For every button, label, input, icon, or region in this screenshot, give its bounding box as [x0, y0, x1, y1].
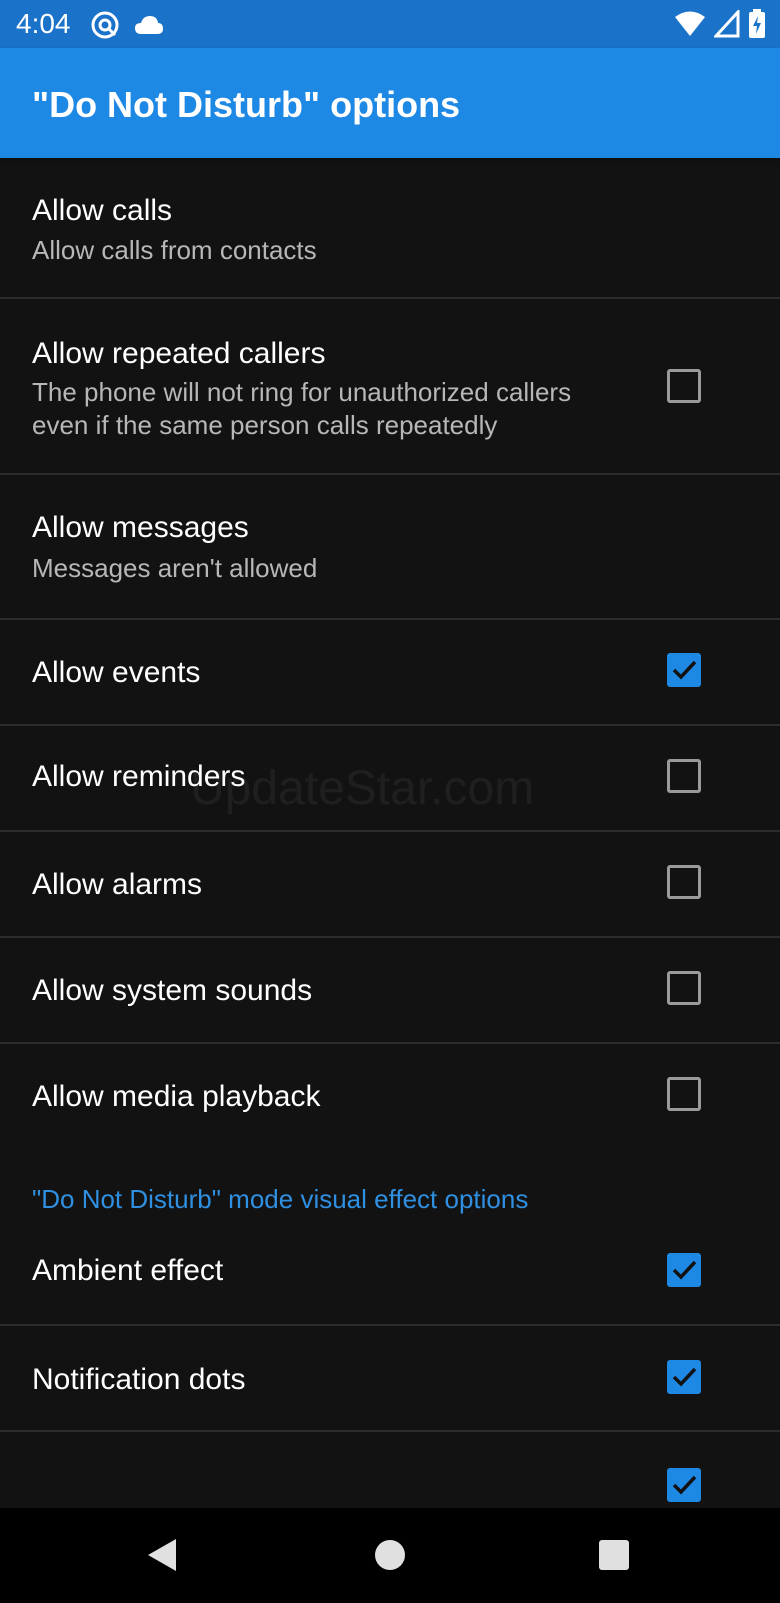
- setting-allow-alarms[interactable]: Allow alarms: [0, 832, 780, 936]
- page-title: "Do Not Disturb" options: [32, 84, 461, 125]
- status-time: 4:04: [16, 8, 71, 39]
- setting-ambient-effect[interactable]: Ambient effect: [0, 1224, 780, 1324]
- setting-title: Allow repeated callers: [32, 337, 326, 370]
- settings-list: Allow calls Allow calls from contacts Al…: [0, 158, 780, 1508]
- checkbox-notification-dots[interactable]: [667, 1360, 701, 1394]
- checkmark-icon: [672, 660, 697, 680]
- setting-subtitle: Allow calls from contacts: [32, 235, 317, 265]
- checkbox-partially-visible[interactable]: [667, 1468, 701, 1502]
- setting-title: Notification dots: [32, 1363, 246, 1396]
- status-bar: 4:04: [0, 0, 780, 48]
- wifi-icon: [674, 10, 706, 43]
- vpn-icon: [90, 10, 120, 45]
- checkmark-icon: [672, 1475, 697, 1495]
- cloud-icon: [134, 14, 164, 41]
- checkbox-reminders[interactable]: [667, 759, 701, 793]
- setting-allow-system-sounds[interactable]: Allow system sounds: [0, 938, 780, 1042]
- checkmark-icon: [672, 1260, 697, 1280]
- section-header-visual-effects: "Do Not Disturb" mode visual effect opti…: [32, 1184, 529, 1214]
- checkbox-events[interactable]: [667, 653, 701, 687]
- nav-bar: [0, 1508, 780, 1603]
- setting-title: Allow system sounds: [32, 974, 313, 1007]
- setting-subtitle: The phone will not ring for unauthorized…: [32, 377, 572, 440]
- setting-title: Allow alarms: [32, 868, 203, 901]
- setting-title: Allow media playback: [32, 1080, 321, 1113]
- checkbox-ambient-effect[interactable]: [667, 1253, 701, 1287]
- setting-title: Allow messages: [32, 511, 249, 544]
- setting-allow-events[interactable]: Allow events: [0, 620, 780, 724]
- svg-text:UpdateStar.com: UpdateStar.com: [190, 762, 534, 815]
- setting-allow-messages[interactable]: Allow messages Messages aren't allowed: [0, 475, 780, 616]
- checkbox-repeated-callers[interactable]: [667, 369, 701, 403]
- setting-allow-media-playback[interactable]: Allow media playback: [0, 1044, 780, 1148]
- battery-charging-icon: [748, 9, 766, 44]
- setting-title: Allow events: [32, 656, 201, 689]
- app-bar: "Do Not Disturb" options: [0, 48, 780, 158]
- checkmark-icon: [672, 1367, 697, 1387]
- checkbox-media-playback[interactable]: [667, 1077, 701, 1111]
- setting-allow-calls[interactable]: Allow calls Allow calls from contacts: [0, 158, 780, 298]
- setting-partially-visible[interactable]: [0, 1432, 780, 1508]
- recents-icon[interactable]: [599, 1540, 629, 1575]
- setting-allow-repeated-callers[interactable]: Allow repeated callers The phone will no…: [0, 299, 780, 473]
- home-icon[interactable]: [374, 1539, 406, 1576]
- setting-subtitle: Messages aren't allowed: [32, 553, 318, 583]
- setting-title: Allow calls: [32, 194, 173, 227]
- checkbox-system-sounds[interactable]: [667, 971, 701, 1005]
- checkbox-alarms[interactable]: [667, 865, 701, 899]
- watermark: UpdateStar.com: [190, 762, 534, 815]
- setting-title: Ambient effect: [32, 1254, 224, 1287]
- back-icon[interactable]: [146, 1538, 178, 1577]
- signal-icon: [712, 8, 740, 43]
- setting-notification-dots[interactable]: Notification dots: [0, 1326, 780, 1430]
